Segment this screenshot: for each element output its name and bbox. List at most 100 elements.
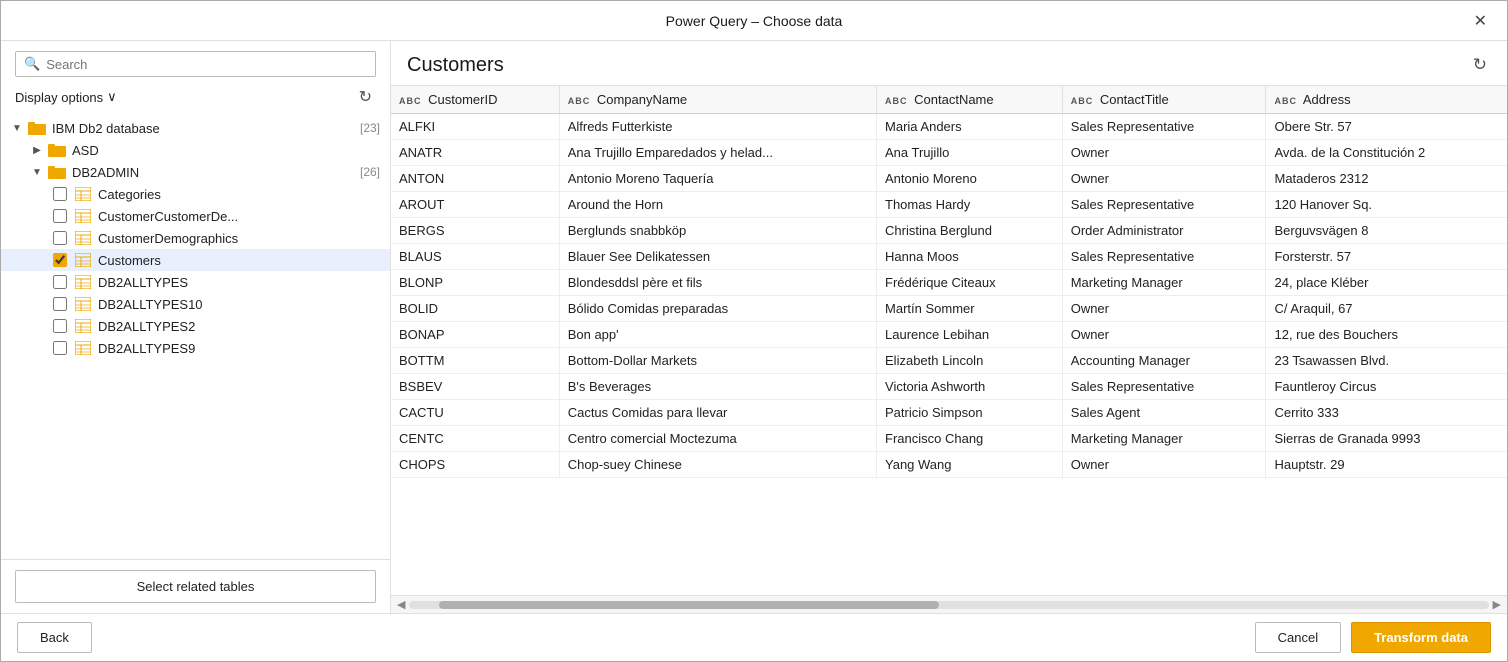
scrollbar-thumb[interactable] [439, 601, 939, 609]
table-cell: Fauntleroy Circus [1266, 374, 1507, 400]
table-cell: Bólido Comidas preparadas [559, 296, 876, 322]
table-cell: 12, rue des Bouchers [1266, 322, 1507, 348]
display-options-button[interactable]: Display options ∨ [15, 89, 117, 105]
search-icon: 🔍 [24, 56, 40, 72]
display-options-bar: Display options ∨ ↻ [1, 83, 390, 115]
tree-label-db2alltypes10: DB2ALLTYPES10 [98, 297, 380, 312]
table-cell: Marketing Manager [1062, 426, 1266, 452]
tree-label-db2alltypes: DB2ALLTYPES [98, 275, 380, 290]
col-name-address: Address [1303, 92, 1351, 107]
tree-item-customercustomerde[interactable]: CustomerCustomerDe... [1, 205, 390, 227]
table-cell: Owner [1062, 166, 1266, 192]
transform-data-button[interactable]: Transform data [1351, 622, 1491, 653]
cancel-button[interactable]: Cancel [1255, 622, 1341, 653]
table-icon-db2alltypes [73, 274, 93, 290]
table-icon-customerdemographics [73, 230, 93, 246]
right-refresh-button[interactable]: ↻ [1469, 53, 1491, 77]
tree-label-customers: Customers [98, 253, 380, 268]
table-cell: Victoria Ashworth [877, 374, 1063, 400]
table-cell: Alfreds Futterkiste [559, 114, 876, 140]
table-cell: BSBEV [391, 374, 559, 400]
table-cell: Patricio Simpson [877, 400, 1063, 426]
checkbox-db2alltypes10[interactable] [53, 297, 67, 311]
table-row: BSBEVB's BeveragesVictoria AshworthSales… [391, 374, 1507, 400]
table-cell: Sales Representative [1062, 192, 1266, 218]
checkbox-db2alltypes2[interactable] [53, 319, 67, 333]
scroll-right-arrow[interactable]: ▶ [1489, 598, 1505, 611]
chevron-down-icon: ∨ [107, 89, 117, 105]
table-icon-customers [73, 252, 93, 268]
table-cell: ANATR [391, 140, 559, 166]
checkbox-customerdemographics[interactable] [53, 231, 67, 245]
table-cell: Berglunds snabbköp [559, 218, 876, 244]
checkbox-db2alltypes[interactable] [53, 275, 67, 289]
tree-item-customerdemographics[interactable]: CustomerDemographics [1, 227, 390, 249]
tree-item-db2alltypes9[interactable]: DB2ALLTYPES9 [1, 337, 390, 359]
table-cell: Sales Representative [1062, 374, 1266, 400]
table-cell: Accounting Manager [1062, 348, 1266, 374]
table-cell: Maria Anders [877, 114, 1063, 140]
tree-label-ibm-db2: IBM Db2 database [52, 121, 352, 136]
table-cell: Forsterstr. 57 [1266, 244, 1507, 270]
left-refresh-button[interactable]: ↻ [355, 85, 376, 109]
tree-item-customers[interactable]: Customers [1, 249, 390, 271]
checkbox-categories[interactable] [53, 187, 67, 201]
col-type-icon-address: ABC [1274, 96, 1296, 106]
right-panel: Customers ↻ ABC CustomerID [391, 41, 1507, 613]
table-cell: BERGS [391, 218, 559, 244]
folder-icon-db2admin [47, 164, 67, 180]
table-icon-db2alltypes10 [73, 296, 93, 312]
tree-item-db2admin[interactable]: ▼ DB2ADMIN [26] [1, 161, 390, 183]
horizontal-scrollbar[interactable]: ◀ ▶ [391, 595, 1507, 613]
title-bar: Power Query – Choose data ✕ [1, 1, 1507, 41]
table-cell: 24, place Kléber [1266, 270, 1507, 296]
table-cell: Cactus Comidas para llevar [559, 400, 876, 426]
select-related-button[interactable]: Select related tables [15, 570, 376, 603]
tree-item-db2alltypes2[interactable]: DB2ALLTYPES2 [1, 315, 390, 337]
table-row: BLAUSBlauer See DelikatessenHanna MoosSa… [391, 244, 1507, 270]
expand-arrow-ibm-db2: ▼ [9, 120, 25, 136]
table-row: ANATRAna Trujillo Emparedados y helad...… [391, 140, 1507, 166]
close-button[interactable]: ✕ [1466, 7, 1495, 35]
table-cell: Sales Representative [1062, 114, 1266, 140]
table-body: ALFKIAlfreds FutterkisteMaria AndersSale… [391, 114, 1507, 478]
col-header-contacttitle: ABC ContactTitle [1062, 86, 1266, 114]
tree-item-categories[interactable]: Categories [1, 183, 390, 205]
table-icon-db2alltypes2 [73, 318, 93, 334]
checkbox-db2alltypes9[interactable] [53, 341, 67, 355]
checkbox-customercustomerde[interactable] [53, 209, 67, 223]
scrollbar-track[interactable] [409, 601, 1488, 609]
table-cell: Marketing Manager [1062, 270, 1266, 296]
table-row: CHOPSChop-suey ChineseYang WangOwnerHaup… [391, 452, 1507, 478]
table-cell: Hanna Moos [877, 244, 1063, 270]
tree-item-db2alltypes[interactable]: DB2ALLTYPES [1, 271, 390, 293]
table-row: BONAPBon app'Laurence LebihanOwner12, ru… [391, 322, 1507, 348]
search-input[interactable] [46, 57, 367, 72]
table-header: ABC CustomerID ABC CompanyName [391, 86, 1507, 114]
table-row: ALFKIAlfreds FutterkisteMaria AndersSale… [391, 114, 1507, 140]
table-title: Customers [407, 54, 504, 77]
checkbox-customers[interactable] [53, 253, 67, 267]
tree-label-asd: ASD [72, 143, 380, 158]
left-panel: 🔍 Display options ∨ ↻ ▼ [1, 41, 391, 613]
col-name-customerid: CustomerID [428, 92, 497, 107]
table-cell: AROUT [391, 192, 559, 218]
table-cell: 23 Tsawassen Blvd. [1266, 348, 1507, 374]
scroll-left-arrow[interactable]: ◀ [393, 598, 409, 611]
table-header-row: Customers ↻ [391, 41, 1507, 77]
table-cell: Avda. de la Constitución 2 [1266, 140, 1507, 166]
tree-item-db2alltypes10[interactable]: DB2ALLTYPES10 [1, 293, 390, 315]
col-header-contactname: ABC ContactName [877, 86, 1063, 114]
table-icon-db2alltypes9 [73, 340, 93, 356]
table-cell: Around the Horn [559, 192, 876, 218]
tree-item-ibm-db2[interactable]: ▼ IBM Db2 database [23] [1, 117, 390, 139]
back-button[interactable]: Back [17, 622, 92, 653]
col-type-icon-contacttitle: ABC [1071, 96, 1093, 106]
tree-item-asd[interactable]: ▶ ASD [1, 139, 390, 161]
table-cell: Chop-suey Chinese [559, 452, 876, 478]
col-name-contacttitle: ContactTitle [1100, 92, 1169, 107]
table-row: BERGSBerglunds snabbköpChristina Berglun… [391, 218, 1507, 244]
table-cell: Ana Trujillo Emparedados y helad... [559, 140, 876, 166]
data-table-wrapper[interactable]: ABC CustomerID ABC CompanyName [391, 85, 1507, 595]
table-row: CENTCCentro comercial MoctezumaFrancisco… [391, 426, 1507, 452]
